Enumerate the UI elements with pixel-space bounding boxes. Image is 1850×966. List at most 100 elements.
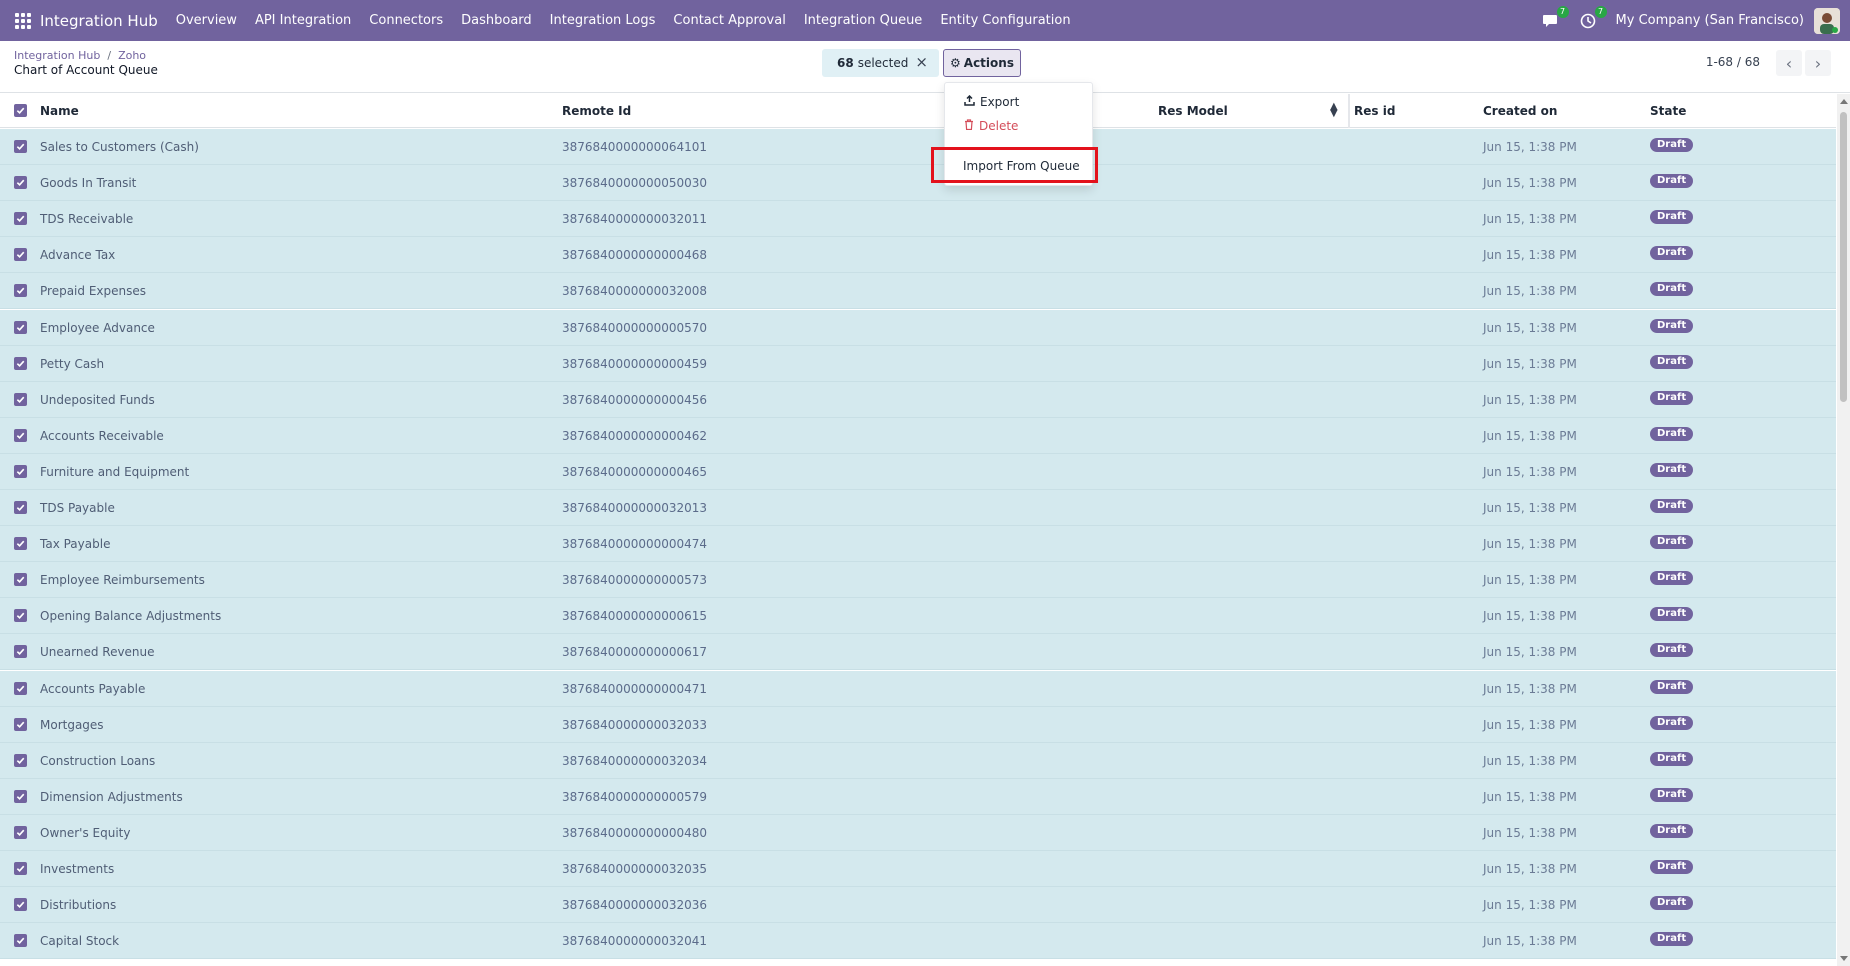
row-checkbox[interactable]	[14, 573, 27, 587]
table-row[interactable]: Prepaid Expenses 3876840000000032008 Jun 1…	[0, 273, 1836, 310]
cell-created-on[interactable]: Jun 15, 1:38 PM	[1483, 321, 1577, 335]
cell-name[interactable]: Goods In Transit	[40, 176, 136, 190]
table-row[interactable]: Owner's Equity 3876840000000000480 Jun 15,…	[0, 814, 1836, 851]
table-row[interactable]: Opening Balance Adjustments 3876840000000…	[0, 598, 1836, 635]
sort-icon[interactable]: ▲ ▼	[1330, 102, 1338, 119]
cell-name[interactable]: Capital Stock	[40, 934, 119, 948]
cell-remote-id[interactable]: 3876840000000032036	[562, 898, 707, 912]
menu-contact-approval[interactable]: Contact Approval	[673, 13, 785, 28]
cell-created-on[interactable]: Jun 15, 1:38 PM	[1483, 934, 1577, 948]
cell-name[interactable]: Tax Payable	[40, 537, 110, 551]
cell-remote-id[interactable]: 3876840000000050030	[562, 176, 707, 190]
cell-created-on[interactable]: Jun 15, 1:38 PM	[1483, 682, 1577, 696]
row-checkbox[interactable]	[14, 789, 27, 803]
menu-entity-configuration[interactable]: Entity Configuration	[940, 13, 1070, 28]
cell-created-on[interactable]: Jun 15, 1:38 PM	[1483, 573, 1577, 587]
row-checkbox[interactable]	[14, 537, 27, 551]
cell-created-on[interactable]: Jun 15, 1:38 PM	[1483, 718, 1577, 732]
row-checkbox[interactable]	[14, 717, 27, 731]
cell-remote-id[interactable]: 3876840000000032033	[562, 718, 707, 732]
cell-remote-id[interactable]: 3876840000000000459	[562, 357, 707, 371]
table-row[interactable]: TDS Receivable 3876840000000032011 Jun 15,…	[0, 201, 1836, 238]
row-checkbox[interactable]	[14, 428, 27, 442]
table-row[interactable]: Distributions 3876840000000032036 Jun 15, …	[0, 887, 1836, 924]
table-row[interactable]: Undeposited Funds 3876840000000000456 Jun …	[0, 381, 1836, 418]
row-checkbox[interactable]	[14, 609, 27, 623]
cell-name[interactable]: Mortgages	[40, 718, 104, 732]
cell-created-on[interactable]: Jun 15, 1:38 PM	[1483, 248, 1577, 262]
chat-icon[interactable]: 7	[1540, 5, 1569, 31]
cell-name[interactable]: Prepaid Expenses	[40, 284, 146, 298]
table-row[interactable]: Unearned Revenue 3876840000000000617 Jun 1…	[0, 634, 1836, 671]
cell-name[interactable]: Accounts Receivable	[40, 429, 164, 443]
table-row[interactable]: Employee Advance 3876840000000000570 Jun 1…	[0, 309, 1836, 346]
cell-created-on[interactable]: Jun 15, 1:38 PM	[1483, 826, 1577, 840]
column-header-remote-id[interactable]: Remote Id	[562, 104, 631, 118]
company-switcher[interactable]: My Company (San Francisco)	[1616, 13, 1804, 28]
cell-created-on[interactable]: Jun 15, 1:38 PM	[1483, 898, 1577, 912]
cell-created-on[interactable]: Jun 15, 1:38 PM	[1483, 501, 1577, 515]
cell-remote-id[interactable]: 3876840000000064101	[562, 140, 707, 154]
cell-name[interactable]: Undeposited Funds	[40, 393, 155, 407]
menu-integration-queue[interactable]: Integration Queue	[804, 13, 922, 28]
table-row[interactable]: Furniture and Equipment 38768400000000004…	[0, 453, 1836, 490]
breadcrumb-child[interactable]: Zoho	[118, 49, 146, 62]
cell-remote-id[interactable]: 3876840000000000474	[562, 537, 707, 551]
cell-name[interactable]: Dimension Adjustments	[40, 790, 183, 804]
menu-connectors[interactable]: Connectors	[369, 13, 443, 28]
row-checkbox[interactable]	[14, 501, 27, 514]
menu-api-integration[interactable]: API Integration	[255, 13, 351, 28]
cell-created-on[interactable]: Jun 15, 1:38 PM	[1483, 176, 1577, 190]
cell-created-on[interactable]: Jun 15, 1:38 PM	[1483, 429, 1577, 443]
row-checkbox[interactable]	[14, 176, 27, 190]
cell-remote-id[interactable]: 3876840000000000468	[562, 248, 707, 262]
row-checkbox[interactable]	[14, 681, 27, 695]
export-menu-item[interactable]: Export	[964, 94, 1019, 109]
import-from-queue-menu-item[interactable]: Import From Queue	[963, 159, 1080, 173]
row-checkbox[interactable]	[14, 753, 27, 767]
actions-button[interactable]: ⚙ Actions	[943, 49, 1021, 77]
row-checkbox[interactable]	[14, 212, 27, 226]
clock-icon[interactable]: 7	[1578, 5, 1607, 31]
row-checkbox[interactable]	[14, 356, 27, 370]
row-checkbox[interactable]	[14, 862, 27, 875]
row-checkbox[interactable]	[14, 898, 27, 912]
cell-remote-id[interactable]: 3876840000000032035	[562, 862, 707, 876]
table-row[interactable]: Investments 3876840000000032035 Jun 15, 1:…	[0, 851, 1836, 887]
column-header-res-model[interactable]: Res Model	[1158, 104, 1228, 118]
column-resize-handle[interactable]	[1348, 94, 1350, 128]
list-scrollbar[interactable]	[1837, 94, 1850, 966]
table-row[interactable]: Employee Reimbursements 38768400000000005…	[0, 562, 1836, 599]
user-avatar[interactable]	[1814, 7, 1840, 34]
row-checkbox[interactable]	[14, 392, 27, 406]
cell-remote-id[interactable]: 3876840000000032013	[562, 501, 707, 515]
cell-name[interactable]: Opening Balance Adjustments	[40, 609, 221, 623]
cell-created-on[interactable]: Jun 15, 1:38 PM	[1483, 140, 1577, 154]
clear-selection-icon[interactable]: ×	[915, 53, 928, 71]
table-row[interactable]: Capital Stock 3876840000000032041 Jun 15, …	[0, 923, 1836, 960]
row-checkbox[interactable]	[14, 284, 27, 298]
cell-created-on[interactable]: Jun 15, 1:38 PM	[1483, 862, 1577, 876]
cell-created-on[interactable]: Jun 15, 1:38 PM	[1483, 754, 1577, 768]
cell-name[interactable]: Advance Tax	[40, 248, 115, 262]
column-header-created-on[interactable]: Created on	[1483, 104, 1557, 118]
column-header-state[interactable]: State	[1650, 104, 1686, 118]
delete-menu-item[interactable]: Delete	[964, 119, 1018, 133]
cell-name[interactable]: Distributions	[40, 898, 116, 912]
row-checkbox[interactable]	[14, 934, 27, 948]
row-checkbox[interactable]	[14, 645, 27, 659]
cell-created-on[interactable]: Jun 15, 1:38 PM	[1483, 465, 1577, 479]
table-row[interactable]: Accounts Receivable 3876840000000000462 Ju…	[0, 417, 1836, 454]
cell-created-on[interactable]: Jun 15, 1:38 PM	[1483, 212, 1577, 226]
cell-name[interactable]: Unearned Revenue	[40, 645, 155, 659]
table-row[interactable]: Petty Cash 3876840000000000459 Jun 15, 1:3…	[0, 345, 1836, 382]
cell-remote-id[interactable]: 3876840000000000579	[562, 790, 707, 804]
menu-dashboard[interactable]: Dashboard	[461, 13, 532, 28]
cell-created-on[interactable]: Jun 15, 1:38 PM	[1483, 284, 1577, 298]
scrollbar-thumb[interactable]	[1840, 112, 1847, 402]
scroll-down-arrow-icon[interactable]	[1840, 956, 1848, 961]
cell-name[interactable]: TDS Receivable	[40, 212, 133, 226]
row-checkbox[interactable]	[14, 825, 27, 839]
scroll-up-arrow-icon[interactable]	[1840, 99, 1848, 104]
cell-remote-id[interactable]: 3876840000000032041	[562, 934, 707, 948]
